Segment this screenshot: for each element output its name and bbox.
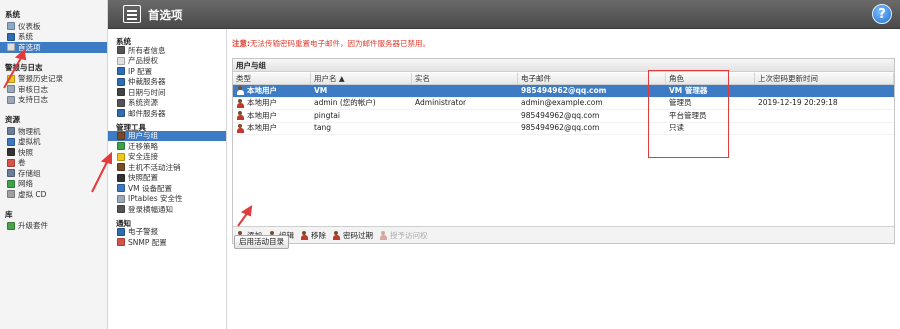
app-window: 系统 仪表板 系统 首选项 警报与日志 警报历史记录 审核日志 支持日志 资源 物理机 虚拟机 快照卷… [0,0,900,329]
arrow-preferences [3,55,23,89]
arrow-users-groups [91,159,109,193]
annotation-arrows [3,49,253,227]
